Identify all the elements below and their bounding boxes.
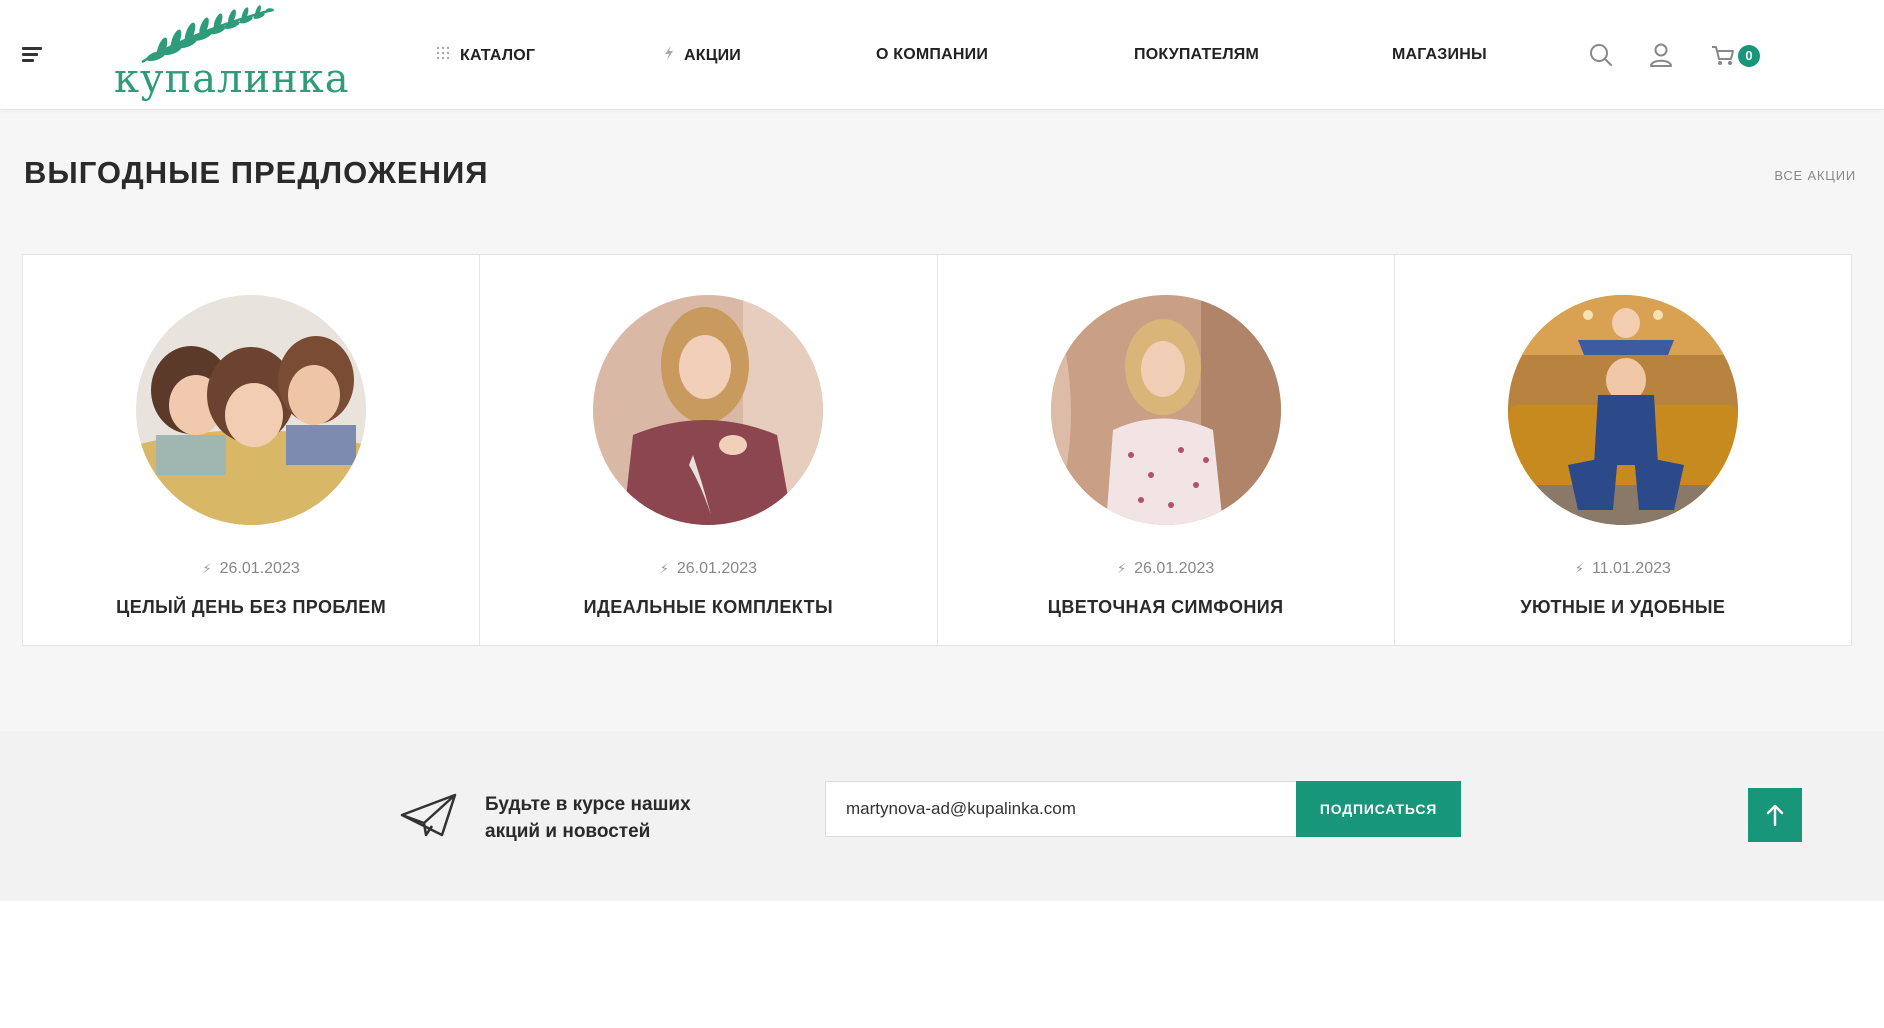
offer-date: ⚡ 26.01.2023	[938, 560, 1394, 578]
offers-list: ⚡26.01.2023 ЦЕЛЫЙ ДЕНЬ БЕЗ ПРОБЛЕМ ⚡26	[22, 254, 1852, 646]
offer-date: ⚡ 26.01.2023	[480, 560, 936, 578]
offer-title[interactable]: УЮТНЫЕ И УДОБНЫЕ	[1395, 597, 1851, 618]
lightning-icon: ⚡	[202, 561, 212, 576]
nav-catalog[interactable]: КАТАЛОГ	[436, 46, 535, 65]
cart-count-badge: 0	[1738, 45, 1760, 67]
lightning-icon: ⚡	[1574, 561, 1584, 576]
scroll-to-top-button[interactable]	[1748, 788, 1802, 842]
offer-date-value: 26.01.2023	[219, 560, 300, 577]
offer-card[interactable]: ⚡ 26.01.2023 ЦЕЛЫЙ ДЕНЬ БЕЗ ПРОБЛЕМ	[23, 255, 481, 645]
nav-customers[interactable]: ПОКУПАТЕЛЯМ	[1134, 46, 1259, 64]
nav-catalog-label: КАТАЛОГ	[460, 47, 536, 64]
offer-date-value: 11.01.2023	[1592, 560, 1671, 577]
lightning-icon: ⚡	[659, 561, 669, 576]
subscribe-button[interactable]: ПОДПИСАТЬСЯ	[1296, 781, 1461, 837]
offer-image-girls[interactable]	[136, 295, 367, 525]
offer-date-value: 26.01.2023	[1134, 560, 1215, 577]
page-bottom-area	[0, 901, 1884, 1028]
offer-card[interactable]: ⚡ 11.01.2023 УЮТНЫЕ И УДОБНЫЕ	[1395, 255, 1851, 645]
subscribe-text: Будьте в курсе наших акций и новостей	[485, 794, 691, 842]
offer-title[interactable]: ИДЕАЛЬНЫЕ КОМПЛЕКТЫ	[480, 597, 936, 618]
grid-dots-icon	[436, 46, 450, 62]
lightning-icon: ⚡	[1117, 561, 1127, 576]
logo-text: купалинка	[114, 56, 350, 102]
offer-image-sweatshirt[interactable]	[593, 295, 824, 525]
offer-card[interactable]: ⚡ 26.01.2023 ЦВЕТОЧНАЯ СИМФОНИЯ	[938, 255, 1395, 645]
nav-about[interactable]: О КОМПАНИИ	[876, 46, 988, 64]
site-logo[interactable]: купалинка	[110, 4, 349, 106]
offer-image-floral-pajamas[interactable]	[1050, 295, 1281, 525]
paper-plane-icon	[400, 793, 458, 839]
offer-title[interactable]: ЦВЕТОЧНАЯ СИМФОНИЯ	[938, 597, 1394, 618]
offer-date: ⚡ 26.01.2023	[23, 560, 479, 578]
all-promotions-link[interactable]: ВСЕ АКЦИИ	[1774, 168, 1856, 183]
offer-image-family-sofa[interactable]	[1507, 295, 1738, 525]
search-icon[interactable]	[1588, 42, 1614, 68]
offers-section: ВЫГОДНЫЕ ПРЕДЛОЖЕНИЯ ВСЕ АКЦИИ ⚡ 26.01.2…	[0, 111, 1884, 731]
section-title: ВЫГОДНЫЕ ПРЕДЛОЖЕНИЯ	[24, 155, 489, 190]
page: купалинка КАТАЛОГ АКЦИИ О КОМПАНИИ ПОКУП…	[0, 0, 1884, 1028]
offer-card[interactable]: ⚡ 26.01.2023 ИДЕАЛЬНЫЕ КОМПЛЕКТЫ	[480, 255, 938, 645]
menu-burger-icon[interactable]	[22, 47, 44, 63]
offer-date-value: 26.01.2023	[676, 560, 757, 577]
user-icon[interactable]	[1648, 42, 1674, 68]
nav-promotions-label: АКЦИИ	[684, 47, 742, 64]
nav-stores[interactable]: МАГАЗИНЫ	[1392, 46, 1487, 64]
offer-date: ⚡ 11.01.2023	[1395, 560, 1851, 578]
cart-icon[interactable]	[1710, 42, 1736, 68]
nav-promotions[interactable]: АКЦИИ	[664, 46, 741, 65]
offer-title[interactable]: ЦЕЛЫЙ ДЕНЬ БЕЗ ПРОБЛЕМ	[23, 597, 479, 618]
arrow-up-icon	[1766, 804, 1784, 826]
email-field[interactable]	[825, 781, 1297, 837]
lightning-icon	[664, 46, 674, 62]
site-header: купалинка КАТАЛОГ АКЦИИ О КОМПАНИИ ПОКУП…	[0, 0, 1884, 110]
subscribe-section: Будьте в курсе наших акций и новостей ПО…	[0, 731, 1884, 901]
